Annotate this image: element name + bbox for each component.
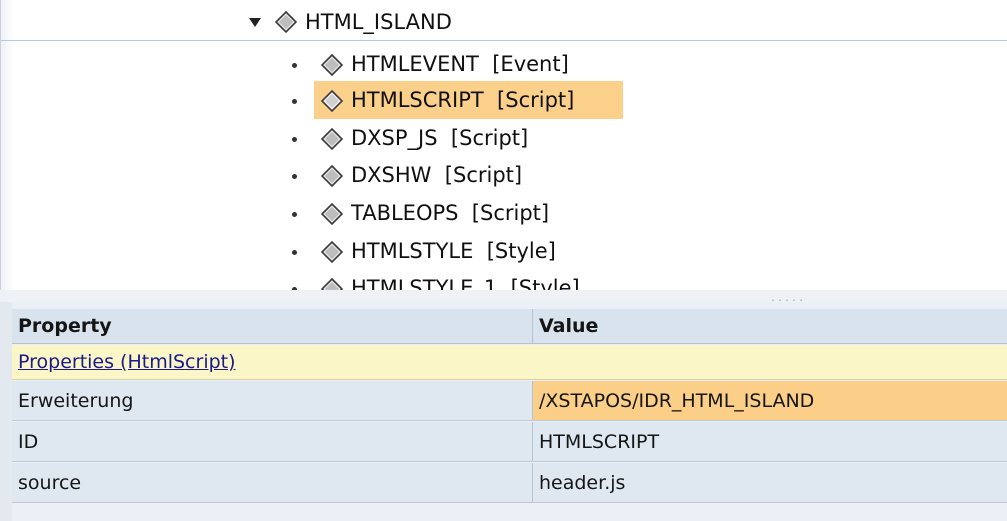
diamond-icon <box>321 203 343 225</box>
property-row-erweiterung[interactable]: Erweiterung /XSTAPOS/IDR_HTML_ISLAND <box>12 381 1007 421</box>
diamond-icon <box>321 128 343 150</box>
tree-node-selected[interactable]: HTMLSCRIPT [Script] <box>1 83 701 119</box>
bullet-icon <box>292 212 297 217</box>
property-value-cell-selected[interactable]: /XSTAPOS/IDR_HTML_ISLAND <box>532 381 1007 420</box>
expand-caret-icon[interactable] <box>249 18 261 27</box>
bullet-icon <box>292 174 297 179</box>
tree-node-label: TABLEOPS [Script] <box>351 201 550 225</box>
tree-node[interactable]: DXSHW [Script] <box>1 158 701 194</box>
property-value-cell[interactable]: HTMLSCRIPT <box>532 422 1007 461</box>
tree-node[interactable]: HTMLEVENT [Event] <box>1 47 701 83</box>
editor-window: HTML_ISLAND HTMLEVENT [Event] HTMLSCRIPT… <box>0 0 1007 521</box>
tree-node[interactable]: DXSP_JS [Script] <box>1 121 701 157</box>
property-value: /XSTAPOS/IDR_HTML_ISLAND <box>539 389 815 412</box>
value-header-label: Value <box>539 315 599 337</box>
bullet-icon <box>292 137 297 142</box>
property-name: source <box>18 471 82 494</box>
tree-node-label: HTMLEVENT [Event] <box>351 52 569 76</box>
object-tree[interactable]: HTML_ISLAND HTMLEVENT [Event] HTMLSCRIPT… <box>0 0 1007 290</box>
tree-node-label: DXSP_JS [Script] <box>351 126 529 150</box>
property-header-label: Property <box>18 315 112 337</box>
property-value-cell[interactable]: header.js <box>532 463 1007 502</box>
tree-node[interactable]: HTMLSTYLE [Style] <box>1 234 701 270</box>
property-value: header.js <box>539 471 626 494</box>
property-row-id[interactable]: ID HTMLSCRIPT <box>12 422 1007 462</box>
diamond-icon <box>321 165 343 187</box>
tree-node[interactable]: TABLEOPS [Script] <box>1 196 701 232</box>
property-value: HTMLSCRIPT <box>539 430 660 453</box>
tree-node-label: HTMLSCRIPT [Script] <box>351 88 575 112</box>
tree-node-partial[interactable]: HTMLSTYLE_1 [Style] <box>1 271 701 290</box>
diamond-icon <box>321 54 343 76</box>
property-column-header[interactable]: Property <box>12 309 532 343</box>
tree-node-label: HTMLSTYLE [Style] <box>351 239 556 263</box>
bullet-icon <box>292 250 297 255</box>
value-column-header[interactable]: Value <box>532 309 1007 343</box>
pane-splitter[interactable]: ..... <box>0 290 1007 304</box>
diamond-icon <box>321 278 343 290</box>
property-name: ID <box>18 430 39 453</box>
property-name-cell: Erweiterung <box>12 381 532 420</box>
diamond-icon <box>321 241 343 263</box>
group-link[interactable]: Properties (HtmlScript) <box>18 351 236 373</box>
bullet-icon <box>292 99 297 104</box>
property-name-cell: source <box>12 463 532 502</box>
diamond-icon <box>321 90 343 112</box>
bullet-icon <box>292 63 297 68</box>
tree-node-label: DXSHW [Script] <box>351 163 523 187</box>
property-name-cell: ID <box>12 422 532 461</box>
property-row-source[interactable]: source header.js <box>12 463 1007 503</box>
group-cell[interactable]: Properties (HtmlScript) <box>12 345 1007 379</box>
property-group-row[interactable]: Properties (HtmlScript) <box>12 345 1007 380</box>
diamond-icon <box>275 11 297 33</box>
property-name: Erweiterung <box>18 389 134 412</box>
tree-node-label: HTML_ISLAND <box>305 10 452 34</box>
tree-node-html-island[interactable]: HTML_ISLAND <box>1 5 1007 41</box>
grid-header-row: Property Value <box>12 309 1007 344</box>
tree-node-label: HTMLSTYLE_1 [Style] <box>351 276 580 290</box>
